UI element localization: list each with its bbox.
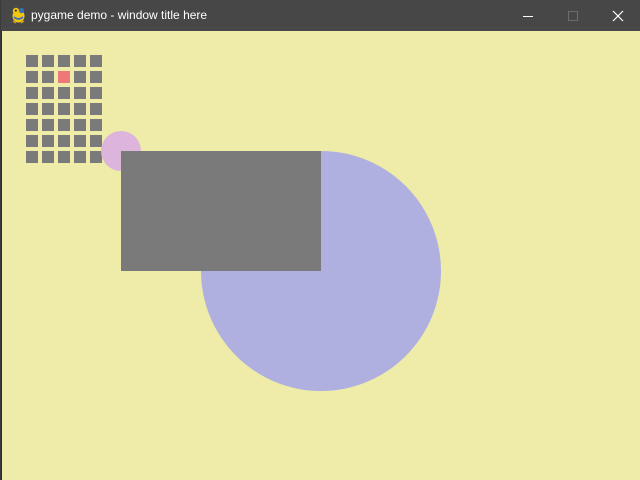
game-scene bbox=[2, 31, 640, 480]
pygame-snake-icon bbox=[12, 7, 25, 24]
grid-tile bbox=[74, 119, 86, 131]
grid-tile bbox=[42, 103, 54, 115]
grid-tile bbox=[58, 151, 70, 163]
title-bar[interactable]: pygame demo - window title here bbox=[1, 0, 640, 31]
grid-tile bbox=[74, 87, 86, 99]
minimize-button[interactable] bbox=[505, 0, 551, 31]
grid-tile bbox=[42, 71, 54, 83]
grid-tile bbox=[26, 135, 38, 147]
grid-tile bbox=[26, 71, 38, 83]
game-canvas[interactable] bbox=[2, 31, 640, 480]
grid-tile bbox=[58, 103, 70, 115]
grid-tile bbox=[26, 151, 38, 163]
grid-tile bbox=[74, 71, 86, 83]
close-icon bbox=[612, 10, 624, 21]
close-button[interactable] bbox=[595, 0, 640, 31]
window-title: pygame demo - window title here bbox=[31, 8, 208, 22]
grid-tile bbox=[74, 135, 86, 147]
gray-rectangle bbox=[121, 151, 321, 271]
minimize-icon bbox=[523, 15, 533, 17]
tile-grid bbox=[26, 55, 102, 163]
grid-tile bbox=[26, 55, 38, 67]
grid-tile bbox=[58, 87, 70, 99]
grid-tile bbox=[42, 135, 54, 147]
grid-tile bbox=[26, 103, 38, 115]
grid-tile bbox=[42, 119, 54, 131]
grid-tile bbox=[90, 103, 102, 115]
grid-tile bbox=[42, 151, 54, 163]
grid-tile bbox=[58, 55, 70, 67]
grid-tile bbox=[90, 151, 102, 163]
grid-tile bbox=[58, 119, 70, 131]
maximize-button[interactable] bbox=[550, 0, 596, 31]
grid-tile bbox=[26, 87, 38, 99]
grid-tile bbox=[90, 135, 102, 147]
grid-tile bbox=[58, 135, 70, 147]
grid-tile bbox=[26, 119, 38, 131]
maximize-icon bbox=[568, 10, 578, 21]
grid-tile-highlighted bbox=[58, 71, 70, 83]
grid-tile bbox=[90, 55, 102, 67]
grid-tile bbox=[90, 87, 102, 99]
grid-tile bbox=[90, 71, 102, 83]
grid-tile bbox=[74, 55, 86, 67]
grid-tile bbox=[42, 55, 54, 67]
grid-tile bbox=[74, 103, 86, 115]
grid-tile bbox=[74, 151, 86, 163]
grid-tile bbox=[42, 87, 54, 99]
grid-tile bbox=[90, 119, 102, 131]
game-window: pygame demo - window title here bbox=[0, 0, 640, 480]
